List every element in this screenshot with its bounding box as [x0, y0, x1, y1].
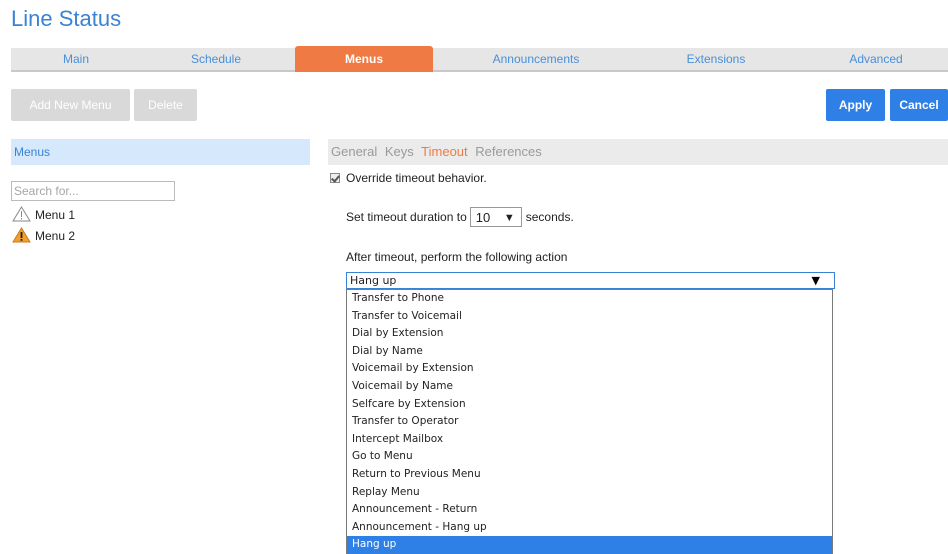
cancel-button[interactable]: Cancel	[890, 89, 948, 121]
option-replay-menu[interactable]: Replay Menu	[347, 484, 832, 502]
option-dial-by-extension[interactable]: Dial by Extension	[347, 325, 832, 343]
option-transfer-to-operator[interactable]: Transfer to Operator	[347, 413, 832, 431]
override-timeout-checkbox[interactable]	[330, 173, 340, 183]
option-go-to-menu[interactable]: Go to Menu	[347, 448, 832, 466]
dropdown-arrow-icon: ▼	[811, 274, 820, 287]
timeout-duration-suffix: seconds.	[525, 210, 574, 224]
option-voicemail-by-name[interactable]: Voicemail by Name	[347, 378, 832, 396]
menu-subtab-bar: General Keys Timeout References	[328, 139, 948, 165]
apply-button[interactable]: Apply	[826, 89, 885, 121]
main-tab-bar: Main Schedule Menus Announcements Extens…	[11, 46, 948, 72]
option-selfcare-by-extension[interactable]: Selfcare by Extension	[347, 396, 832, 414]
menu-item-label: Menu 1	[35, 208, 76, 222]
tab-schedule[interactable]: Schedule	[151, 48, 281, 70]
timeout-action-dropdown: Transfer to Phone Transfer to Voicemail …	[346, 289, 833, 554]
option-return-to-previous-menu[interactable]: Return to Previous Menu	[347, 466, 832, 484]
search-input[interactable]	[11, 181, 175, 201]
option-transfer-to-voicemail[interactable]: Transfer to Voicemail	[347, 308, 832, 326]
menu-item-menu-2[interactable]: Menu 2	[12, 227, 75, 245]
delete-button[interactable]: Delete	[134, 89, 197, 121]
subtab-general[interactable]: General	[331, 144, 377, 159]
after-timeout-label: After timeout, perform the following act…	[346, 250, 568, 264]
tab-advanced[interactable]: Advanced	[801, 48, 948, 70]
override-timeout-row: Override timeout behavior.	[330, 170, 487, 186]
tab-extensions[interactable]: Extensions	[641, 48, 791, 70]
option-hang-up[interactable]: Hang up	[347, 536, 832, 554]
subtab-references[interactable]: References	[475, 144, 541, 159]
option-announcement-hang-up[interactable]: Announcement - Hang up	[347, 519, 832, 537]
option-voicemail-by-extension[interactable]: Voicemail by Extension	[347, 360, 832, 378]
tab-main[interactable]: Main	[11, 48, 141, 70]
timeout-duration-row: Set timeout duration to 10 ▼ seconds.	[346, 207, 574, 227]
warning-outline-icon	[12, 206, 31, 222]
override-timeout-label: Override timeout behavior.	[346, 171, 487, 185]
warning-filled-icon	[12, 227, 31, 243]
option-announcement-return[interactable]: Announcement - Return	[347, 501, 832, 519]
timeout-action-value: Hang up	[350, 274, 397, 287]
timeout-duration-select[interactable]: 10 ▼	[469, 207, 522, 227]
subtab-timeout[interactable]: Timeout	[421, 144, 467, 159]
tab-announcements[interactable]: Announcements	[451, 48, 621, 70]
timeout-duration-value: 10	[475, 210, 491, 225]
option-dial-by-name[interactable]: Dial by Name	[347, 343, 832, 361]
dropdown-arrow-icon: ▼	[503, 212, 515, 224]
timeout-duration-prefix: Set timeout duration to	[346, 210, 467, 224]
menus-panel-header: Menus	[11, 139, 310, 165]
menu-item-label: Menu 2	[35, 229, 76, 243]
tab-menus[interactable]: Menus	[295, 46, 433, 72]
page-title: Line Status	[11, 6, 122, 31]
menu-item-menu-1[interactable]: Menu 1	[12, 206, 75, 224]
timeout-action-select[interactable]: Hang up ▼	[346, 272, 835, 289]
option-intercept-mailbox[interactable]: Intercept Mailbox	[347, 431, 832, 449]
add-new-menu-button[interactable]: Add New Menu	[11, 89, 130, 121]
subtab-keys[interactable]: Keys	[385, 144, 414, 159]
option-transfer-to-phone[interactable]: Transfer to Phone	[347, 290, 832, 308]
